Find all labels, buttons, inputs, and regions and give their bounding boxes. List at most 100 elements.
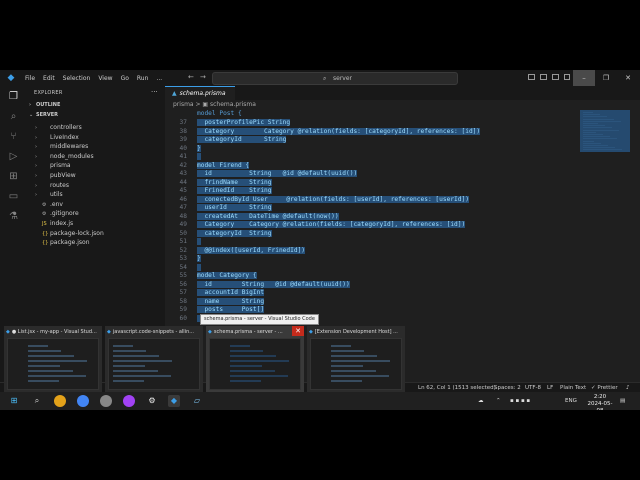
line-number: 43 (179, 170, 187, 177)
tree-item[interactable]: ⚙ .gitignore (35, 209, 79, 218)
code-text: categoryId String (197, 229, 272, 237)
code-text: Category Category @relation(fields: [cat… (197, 221, 466, 228)
toggle-sidebar-icon[interactable] (528, 74, 535, 80)
notifications-icon[interactable]: ▤ (620, 392, 625, 410)
thumbnail-code-line (230, 365, 262, 367)
tree-item-label: middlewares (50, 143, 89, 151)
tree-item[interactable]: › LiveIndex (35, 133, 79, 142)
forward-arrow-icon[interactable]: → (200, 73, 206, 81)
chrome-canary-icon[interactable] (123, 395, 135, 407)
tree-item[interactable]: › node_modules (35, 152, 94, 161)
tree-item-label: routes (50, 181, 69, 189)
tree-item[interactable]: ⚙ .env (35, 200, 63, 209)
testing-icon[interactable]: ⚗ (7, 210, 20, 223)
thumbnail-code-line (113, 350, 146, 352)
thumbnail-javascript-snippets[interactable]: ◆ javascript.code-snippets - allin... (105, 326, 203, 392)
maximize-button[interactable]: ❐ (595, 70, 617, 86)
thumbnail-extension-host[interactable]: ◆ [Extension Development Host] ... (307, 326, 405, 392)
line-number: 55 (179, 272, 187, 279)
code-line: 43 id String @id @default(uuid()) (165, 170, 358, 179)
weather-icon[interactable]: ☁ (478, 392, 484, 410)
line-number: 56 (179, 280, 187, 288)
chrome-profile-icon[interactable] (77, 395, 89, 407)
chrome-icon[interactable] (54, 395, 66, 407)
outline-section[interactable]: › OUTLINE (29, 102, 60, 108)
minimap[interactable] (580, 110, 640, 392)
tab-schema-prisma[interactable]: ▲ schema.prisma (165, 86, 235, 100)
thumbnail-code-line (28, 360, 87, 362)
line-number: 46 (179, 195, 187, 203)
file-type-icon: {} (42, 240, 49, 247)
thumbnail-schema-prisma[interactable]: ◆ schema.prisma - server - ... ✕ (206, 326, 304, 392)
code-text: model Category { (197, 272, 257, 279)
menu-run[interactable]: Run (137, 75, 149, 82)
app-taskbar-icon[interactable]: ▱ (191, 395, 203, 407)
minimize-button[interactable]: – (573, 70, 595, 86)
line-number: 58 (179, 297, 187, 305)
code-text: categoryId String (197, 136, 287, 143)
extensions-icon[interactable]: ⊞ (7, 170, 20, 183)
tray-icons[interactable]: ▪ ▪ ▪ ▪ (510, 392, 530, 410)
code-line: 45 FrinedId String (165, 187, 272, 196)
tree-item[interactable]: › controllers (35, 123, 82, 132)
tree-item[interactable]: › pubView (35, 171, 76, 180)
code-line: 39 categoryId String (165, 136, 287, 145)
code-text: } (197, 144, 201, 152)
tree-item[interactable]: › middlewares (35, 142, 88, 151)
run-debug-icon[interactable]: ▷ (7, 150, 20, 163)
tree-item[interactable]: › prisma (35, 161, 71, 170)
remote-explorer-icon[interactable]: ▭ (7, 190, 20, 203)
windows-start-icon[interactable]: ⊞ (8, 395, 20, 407)
thumbnail-code-line (230, 370, 275, 372)
thumbnail-list-jsx[interactable]: ◆ ● List.jsx - my-app - Visual Stud... (4, 326, 102, 392)
menu-file[interactable]: File (25, 75, 35, 82)
search-icon[interactable]: ⌕ (7, 110, 20, 123)
menu-view[interactable]: View (98, 75, 112, 82)
taskbar-search-icon[interactable]: ⌕ (31, 395, 43, 407)
customize-layout-icon[interactable] (564, 74, 570, 80)
thumbnail-code-line (113, 365, 145, 367)
code-line: 58 name String (165, 297, 265, 307)
tree-item[interactable]: {} package.json (35, 238, 90, 247)
tree-item[interactable]: {} package-lock.json (35, 229, 104, 238)
tree-item[interactable]: › routes (35, 181, 69, 190)
code-text: name String (197, 297, 265, 305)
code-line: 54 (165, 263, 201, 273)
toggle-secondary-sidebar-icon[interactable] (552, 74, 559, 80)
thumbnail-preview (310, 338, 402, 390)
toggle-panel-icon[interactable] (540, 74, 547, 80)
explorer-icon[interactable]: ❐ (7, 90, 20, 103)
menu-go[interactable]: Go (121, 75, 129, 82)
language-indicator[interactable]: ENG (565, 392, 577, 410)
line-number: 44 (179, 178, 187, 186)
tree-item[interactable]: JS index.js (35, 219, 73, 228)
command-center-search[interactable]: ⌕ server (212, 72, 458, 85)
code-text: posterProfilePic String (197, 119, 291, 126)
clock[interactable]: 2:20 2024-05-08 (585, 394, 615, 410)
menu-selection[interactable]: Selection (63, 75, 91, 82)
code-line: 50 categoryId String (165, 229, 272, 239)
tree-item-label: .gitignore (50, 210, 79, 218)
line-number: 38 (179, 127, 187, 135)
code-line: 60 (165, 314, 201, 324)
back-arrow-icon[interactable]: ← (188, 73, 194, 81)
source-control-icon[interactable]: ⑂ (7, 130, 20, 143)
menu-edit[interactable]: Edit (43, 75, 55, 82)
tree-item-label: .env (50, 200, 63, 208)
thumbnail-close-button[interactable]: ✕ (292, 326, 304, 336)
tree-item[interactable]: › utils (35, 190, 63, 199)
app-icon[interactable] (100, 395, 112, 407)
tray-chevron-icon[interactable]: ⌃ (496, 392, 501, 410)
close-button[interactable]: ✕ (617, 70, 639, 86)
explorer-more-actions-icon[interactable]: ··· (151, 88, 158, 96)
menu-more[interactable]: ... (156, 75, 162, 82)
breadcrumb[interactable]: prisma > ▣ schema.prisma (165, 100, 640, 110)
minimap-slider[interactable] (580, 110, 630, 152)
explorer-title: EXPLORER (34, 90, 63, 96)
thumbnail-code-line (113, 355, 159, 357)
settings-icon[interactable]: ⚙ (146, 395, 158, 407)
command-center-text: server (333, 75, 352, 82)
vscode-taskbar-icon[interactable]: ◆ (168, 395, 180, 407)
server-section[interactable]: ⌄ SERVER (29, 112, 58, 118)
thumbnail-code-line (113, 345, 133, 347)
